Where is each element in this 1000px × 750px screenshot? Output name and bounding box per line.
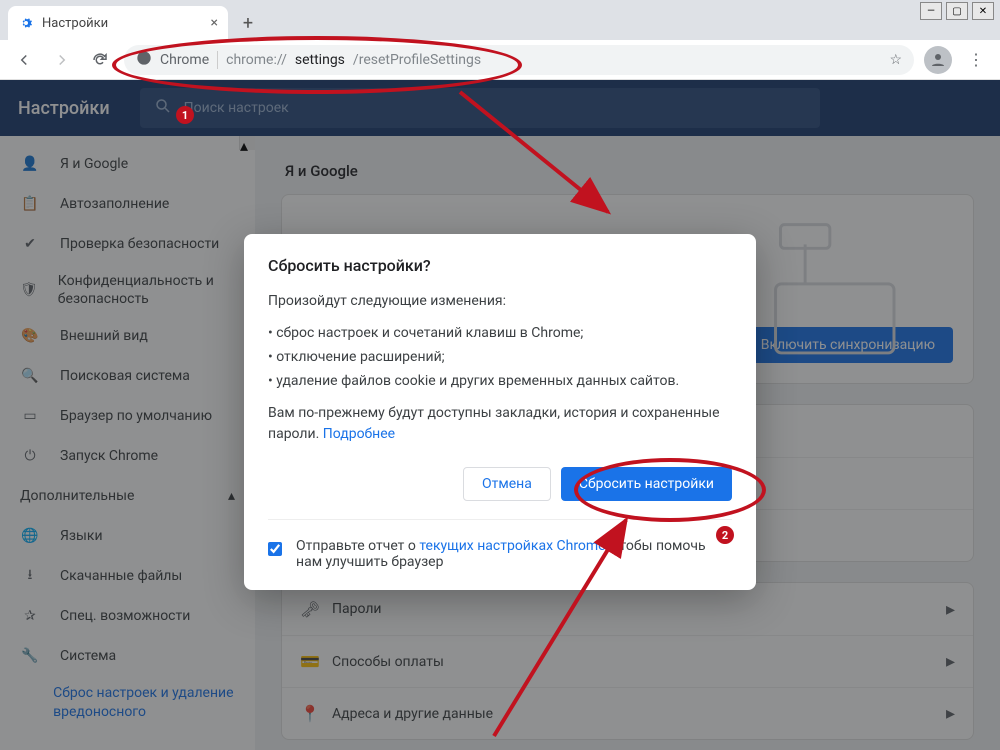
url-scheme: chrome:// — [226, 52, 287, 68]
send-report-checkbox[interactable] — [268, 540, 282, 558]
profile-avatar-button[interactable] — [924, 46, 952, 74]
reload-button[interactable] — [86, 46, 114, 74]
url-secure-label: Chrome — [160, 52, 209, 68]
new-tab-button[interactable]: + — [234, 9, 262, 37]
send-report-label: Отправьте отчет о текущих настройках Chr… — [296, 538, 732, 570]
dialog-actions: Отмена Сбросить настройки — [268, 467, 732, 501]
browser-tab[interactable]: Настройки × — [8, 6, 228, 40]
tab-close-icon[interactable]: × — [211, 15, 218, 31]
current-settings-link[interactable]: текущих настройках Chrome — [419, 538, 605, 554]
dialog-title: Сбросить настройки? — [268, 256, 732, 275]
tab-strip: Настройки × + — [0, 0, 1000, 40]
dialog-note: Вам по-прежнему будут доступны закладки,… — [268, 403, 732, 445]
kebab-menu-button[interactable]: ⋮ — [962, 46, 990, 74]
browser-toolbar: Chrome chrome:// settings/resetProfileSet… — [0, 40, 1000, 80]
dialog-bullets: • сброс настроек и сочетаний клавиш в Ch… — [268, 322, 732, 393]
maximize-button[interactable]: ▢ — [946, 2, 968, 20]
close-window-button[interactable]: ✕ — [972, 2, 994, 20]
dialog-intro: Произойдут следующие изменения: — [268, 291, 732, 312]
url-path-rest: /resetProfileSettings — [353, 52, 481, 68]
bookmark-star-icon[interactable]: ☆ — [889, 52, 902, 68]
settings-gear-icon — [18, 15, 34, 31]
url-path-bold: settings — [295, 52, 345, 68]
cancel-button[interactable]: Отмена — [463, 467, 551, 501]
url-divider — [217, 51, 218, 69]
forward-button[interactable] — [48, 46, 76, 74]
send-report-row: Отправьте отчет о текущих настройках Chr… — [268, 519, 732, 570]
back-button[interactable] — [10, 46, 38, 74]
window-controls: — ▢ ✕ — [920, 2, 994, 20]
report-text-before: Отправьте отчет о — [296, 538, 419, 554]
address-bar[interactable]: Chrome chrome:// settings/resetProfileSet… — [124, 45, 914, 75]
learn-more-link[interactable]: Подробнее — [323, 426, 395, 442]
minimize-button[interactable]: — — [920, 2, 942, 20]
reset-confirm-button[interactable]: Сбросить настройки — [561, 467, 732, 501]
tab-title: Настройки — [42, 16, 108, 31]
site-info-icon[interactable] — [136, 50, 152, 70]
reset-settings-dialog: Сбросить настройки? Произойдут следующие… — [244, 234, 756, 590]
